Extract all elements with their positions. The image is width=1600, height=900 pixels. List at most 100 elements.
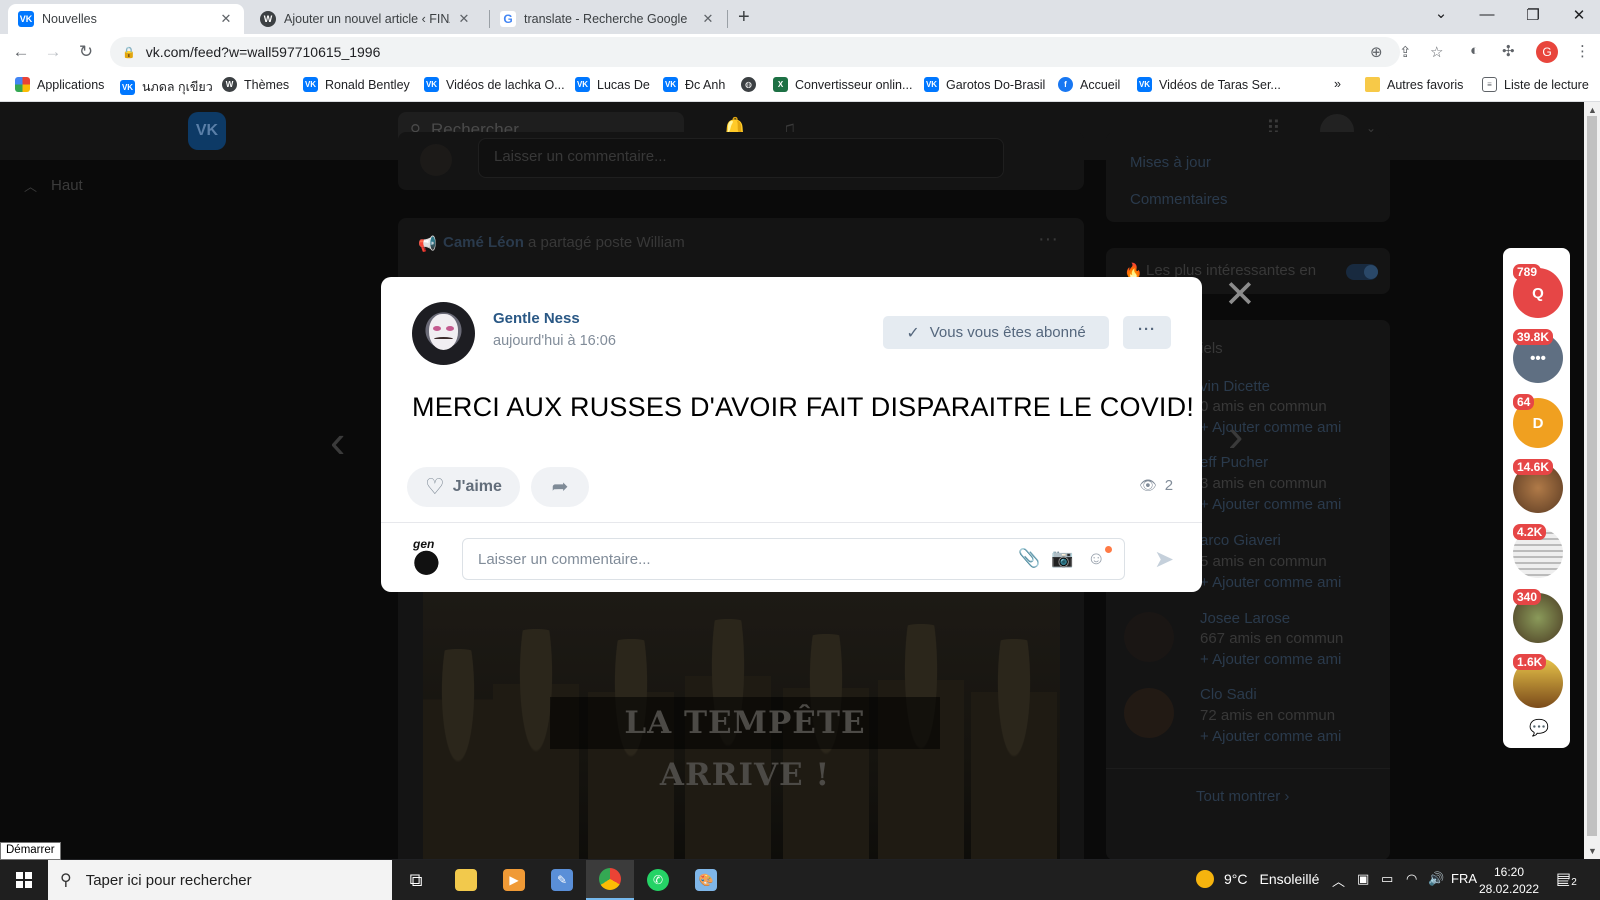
previous-post-arrow-icon[interactable]: ‹: [330, 414, 345, 468]
post-menu-icon[interactable]: ···: [1038, 228, 1058, 251]
extension-icon[interactable]: ◐: [1470, 42, 1479, 59]
chat-icon[interactable]: 💬: [1529, 718, 1549, 738]
maximize-button[interactable]: ❐: [1510, 6, 1556, 24]
emoji-icon[interactable]: ☺: [1087, 548, 1105, 569]
next-post-arrow-icon[interactable]: ›: [1228, 408, 1243, 462]
back-to-top-link[interactable]: ︿ Haut: [24, 176, 83, 195]
vk-logo[interactable]: VK: [188, 112, 226, 150]
bookmark-item[interactable]: VK Vidéos de lachka O...: [424, 77, 565, 92]
chat-bubble[interactable]: ••• 39.8K: [1513, 329, 1563, 383]
file-explorer-icon[interactable]: [442, 860, 490, 900]
chat-bubble[interactable]: D 64: [1513, 394, 1563, 448]
add-friend-button[interactable]: + Ajouter comme ami: [1200, 574, 1341, 591]
bookmark-item[interactable]: W Thèmes: [222, 77, 289, 92]
bookmark-applications[interactable]: Applications: [15, 77, 104, 92]
bookmark-star-icon[interactable]: ☆: [1430, 43, 1443, 61]
chat-bubble[interactable]: Q 789: [1513, 264, 1563, 318]
bookmark-other-favorites[interactable]: Autres favoris: [1365, 77, 1463, 92]
battery-icon[interactable]: ▭: [1381, 871, 1393, 887]
add-friend-button[interactable]: + Ajouter comme ami: [1200, 651, 1341, 668]
avatar[interactable]: [1124, 688, 1174, 738]
scroll-thumb[interactable]: [1587, 116, 1597, 836]
chat-bubble[interactable]: 4.2K: [1513, 524, 1563, 578]
chrome-icon[interactable]: [586, 860, 634, 900]
minimize-button[interactable]: —: [1464, 6, 1510, 23]
paperclip-icon[interactable]: 📎: [1018, 548, 1040, 569]
share-button[interactable]: ➦: [531, 467, 589, 507]
tray-chevron-up-icon[interactable]: ︿: [1332, 871, 1345, 890]
menu-updates[interactable]: Mises à jour: [1130, 154, 1211, 171]
forward-button[interactable]: →: [42, 42, 64, 62]
bookmark-item[interactable]: X Convertisseur onlin...: [773, 77, 912, 92]
bookmark-item[interactable]: ◍: [741, 77, 763, 92]
friend-name[interactable]: Josee Larose: [1200, 610, 1290, 627]
interesting-toggle-switch[interactable]: [1346, 264, 1378, 280]
close-icon[interactable]: ✕: [700, 11, 716, 27]
zoom-icon[interactable]: ⊕: [1370, 43, 1383, 61]
volume-icon[interactable]: 🔊: [1428, 871, 1444, 887]
show-all-link[interactable]: Tout montrer ›: [1196, 788, 1289, 805]
author-avatar[interactable]: [412, 302, 475, 365]
bookmark-item[interactable]: VK Vidéos de Taras Ser...: [1137, 77, 1281, 92]
menu-comments[interactable]: Commentaires: [1130, 191, 1228, 208]
post-author-link[interactable]: Gentle Ness: [493, 310, 580, 327]
post-photo[interactable]: LA TEMPÊTE ARRIVE !: [423, 592, 1060, 859]
chat-bubble[interactable]: 14.6K: [1513, 459, 1563, 513]
bookmark-item[interactable]: f Accueil: [1058, 77, 1120, 92]
close-icon[interactable]: ✕: [456, 11, 472, 27]
taskbar-clock[interactable]: 16:20 28.02.2022: [1474, 864, 1544, 898]
bookmark-reading-list[interactable]: ≡ Liste de lecture: [1482, 77, 1589, 92]
extensions-puzzle-icon[interactable]: ✣: [1502, 42, 1515, 60]
friend-name[interactable]: arco Giaveri: [1200, 532, 1281, 549]
paint-palette-icon[interactable]: 🎨: [682, 860, 730, 900]
address-bar[interactable]: 🔒 vk.com/feed?w=wall597710615_1996: [110, 37, 1400, 67]
new-tab-button[interactable]: +: [738, 6, 750, 29]
tab-search-chevron-icon[interactable]: ⌄: [1418, 4, 1464, 22]
page-scrollbar[interactable]: ▲ ▼: [1584, 102, 1600, 859]
tab-nouvelles[interactable]: VK Nouvelles ✕: [8, 4, 244, 34]
reload-button[interactable]: ↻: [75, 42, 97, 62]
paint-app-icon[interactable]: ✎: [538, 860, 586, 900]
window-close-button[interactable]: ✕: [1556, 6, 1600, 24]
profile-avatar[interactable]: G: [1536, 41, 1558, 63]
bookmark-item[interactable]: VK Garotos Do-Brasil: [924, 77, 1045, 92]
chat-bubble[interactable]: 340: [1513, 589, 1563, 643]
post-timestamp[interactable]: aujourd'hui à 16:06: [493, 333, 616, 349]
tab-google[interactable]: G translate - Recherche Google ✕: [490, 4, 726, 34]
post-more-button[interactable]: ···: [1123, 316, 1171, 349]
taskbar-search-input[interactable]: ⚲ Taper ici pour rechercher: [48, 860, 392, 900]
task-view-icon[interactable]: ⧉: [392, 860, 440, 900]
chat-bubble[interactable]: 1.6K: [1513, 654, 1563, 708]
share-author-link[interactable]: Camé Léon: [443, 234, 524, 251]
camera-icon[interactable]: 📷: [1051, 548, 1073, 569]
scroll-up-icon[interactable]: ▲: [1588, 105, 1597, 115]
back-button[interactable]: ←: [10, 42, 32, 62]
bookmark-item[interactable]: VK Đc Anh: [663, 77, 725, 92]
avatar[interactable]: [1124, 612, 1174, 662]
friend-name[interactable]: vin Dicette: [1200, 378, 1270, 395]
meet-now-icon[interactable]: ▣: [1357, 871, 1369, 887]
scroll-down-icon[interactable]: ▼: [1588, 846, 1597, 856]
browser-menu-icon[interactable]: ⋮: [1575, 42, 1590, 60]
weather-widget[interactable]: 9°C Ensoleillé: [1196, 870, 1319, 888]
bookmark-item[interactable]: VK Ronald Bentley: [303, 77, 410, 92]
notification-center-icon[interactable]: ▤ 2: [1556, 869, 1580, 891]
like-button[interactable]: ♡ J'aime: [407, 467, 520, 507]
wifi-icon[interactable]: ◠: [1406, 871, 1417, 887]
close-viewer-icon[interactable]: ✕: [1224, 276, 1256, 314]
bookmark-item[interactable]: VK นภดล กุเขียว: [120, 77, 213, 97]
tab-wordpress[interactable]: W Ajouter un nouvel article ‹ FINAL ✕: [250, 4, 482, 34]
media-player-icon[interactable]: ▶: [490, 860, 538, 900]
friend-name[interactable]: Clo Sadi: [1200, 686, 1257, 703]
share-icon[interactable]: ⇪: [1399, 43, 1412, 61]
bookmark-item[interactable]: VK Lucas De: [575, 77, 650, 92]
subscribed-button[interactable]: ✓ Vous vous êtes abonné: [883, 316, 1109, 349]
send-icon[interactable]: ➤: [1154, 545, 1174, 574]
whatsapp-icon[interactable]: ✆: [634, 860, 682, 900]
add-friend-button[interactable]: + Ajouter comme ami: [1200, 419, 1341, 436]
close-icon[interactable]: ✕: [218, 11, 234, 27]
add-friend-button[interactable]: + Ajouter comme ami: [1200, 728, 1341, 745]
bookmarks-overflow-button[interactable]: »: [1334, 77, 1341, 91]
start-button[interactable]: [0, 860, 48, 900]
add-friend-button[interactable]: + Ajouter comme ami: [1200, 496, 1341, 513]
